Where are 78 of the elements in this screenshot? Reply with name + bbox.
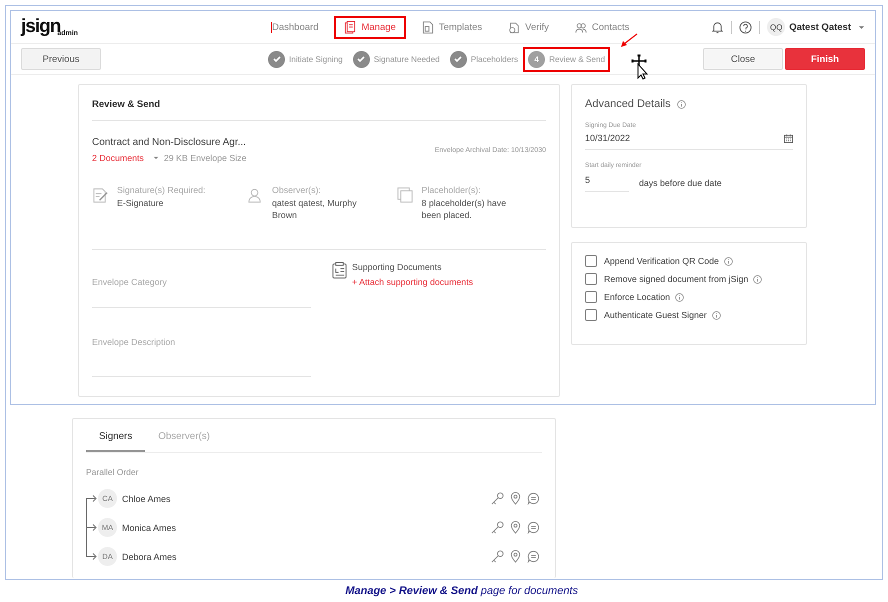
finish-button[interactable]: Finish — [785, 48, 865, 70]
signer-name: Monica Ames — [122, 522, 176, 532]
info-icon[interactable] — [675, 292, 684, 302]
close-button[interactable]: Close — [703, 48, 783, 70]
calendar-icon[interactable] — [784, 134, 793, 142]
documents-link[interactable]: 2 Documents — [92, 153, 144, 163]
step[interactable]: Placeholders — [444, 46, 524, 72]
summary-label: Observer(s): — [272, 185, 322, 195]
option-label: Enforce Location — [604, 292, 670, 302]
chat-icon[interactable] — [527, 521, 540, 534]
location-pin-icon[interactable] — [509, 550, 522, 563]
info-icon[interactable] — [676, 100, 686, 108]
checkbox[interactable] — [585, 273, 597, 285]
key-icon[interactable] — [491, 521, 504, 534]
annotation-arrow — [619, 33, 639, 49]
nav-tab[interactable]: Dashboard — [261, 16, 328, 38]
caret-icon[interactable] — [858, 24, 865, 30]
option-label: Append Verification QR Code — [604, 256, 719, 266]
move-cursor-icon — [630, 54, 648, 80]
summary-label: Signature(s) Required: — [117, 185, 207, 195]
help-icon[interactable] — [739, 20, 752, 34]
nav-tab[interactable]: Contacts — [564, 16, 640, 38]
nav-tab[interactable]: Templates — [412, 16, 492, 38]
step[interactable]: Initiate Signing — [263, 46, 348, 72]
key-icon[interactable] — [491, 550, 504, 563]
info-icon[interactable] — [753, 274, 762, 284]
chat-icon[interactable] — [527, 492, 540, 505]
category-field[interactable]: Envelope Category — [92, 276, 311, 286]
info-icon[interactable] — [712, 310, 721, 320]
signature-icon — [92, 187, 109, 204]
summary-label: Placeholder(s): — [422, 185, 482, 195]
signer-name: Chloe Ames — [122, 494, 171, 504]
checkmark-icon — [272, 54, 282, 64]
figure-caption: Manage > Review & Send page for documents — [344, 584, 579, 597]
copy-icon — [396, 187, 414, 204]
description-field[interactable]: Envelope Description — [92, 337, 311, 347]
checkmark-icon — [356, 54, 366, 64]
nav-tab[interactable]: Manage — [334, 16, 406, 38]
info-icon[interactable] — [724, 256, 733, 266]
location-pin-icon[interactable] — [509, 492, 522, 505]
user-avatar[interactable]: QQ — [767, 18, 786, 36]
checkbox[interactable] — [585, 255, 597, 267]
checkbox[interactable] — [585, 309, 597, 321]
key-icon[interactable] — [491, 492, 504, 505]
attach-documents-link[interactable]: + Attach supporting documents — [352, 277, 474, 287]
supporting-documents-label: Supporting Documents — [352, 262, 442, 272]
signing-order-label: Parallel Order — [86, 467, 140, 477]
envelope-size: 29 KB Envelope Size — [164, 153, 246, 163]
location-pin-icon[interactable] — [509, 521, 522, 534]
panel-title: Advanced Details — [585, 98, 671, 110]
document-icon — [344, 20, 356, 34]
notification-bell-icon[interactable] — [711, 20, 724, 34]
option-label: Authenticate Guest Signer — [604, 310, 707, 320]
signer-name: Debora Ames — [122, 552, 177, 562]
recipients-tab[interactable]: Signers — [86, 419, 146, 452]
recipients-tab[interactable]: Observer(s) — [145, 419, 223, 452]
contacts-icon — [574, 20, 587, 34]
caret-icon — [152, 156, 159, 160]
previous-button[interactable]: Previous — [21, 48, 101, 70]
envelope-name: Contract and Non-Disclosure Agr... — [92, 137, 246, 148]
panel-title: Review & Send — [92, 98, 162, 112]
checkbox[interactable] — [585, 291, 597, 303]
reminder-days-field[interactable]: 5 — [585, 173, 629, 192]
nav-tab[interactable]: Verify — [498, 16, 559, 38]
checkmark-icon — [453, 54, 464, 64]
clipboard-icon — [332, 262, 347, 279]
template-icon — [422, 20, 434, 34]
chat-icon[interactable] — [527, 550, 540, 563]
summary-value: E-Signature — [117, 197, 164, 209]
summary-value: qatest qatest, Murphy Brown — [272, 197, 358, 221]
user-name[interactable]: Qatest Qatest — [789, 22, 851, 32]
step[interactable]: 4 Review & Send — [523, 46, 610, 72]
option-label: Remove signed document from jSign — [604, 274, 748, 284]
step[interactable]: Signature Needed — [348, 46, 445, 72]
reminder-suffix: days before due date — [639, 178, 722, 188]
summary-value: 8 placeholder(s) have been placed. — [422, 197, 508, 221]
verify-icon — [508, 20, 520, 34]
due-date-field[interactable]: 10/31/2022 — [585, 129, 793, 150]
